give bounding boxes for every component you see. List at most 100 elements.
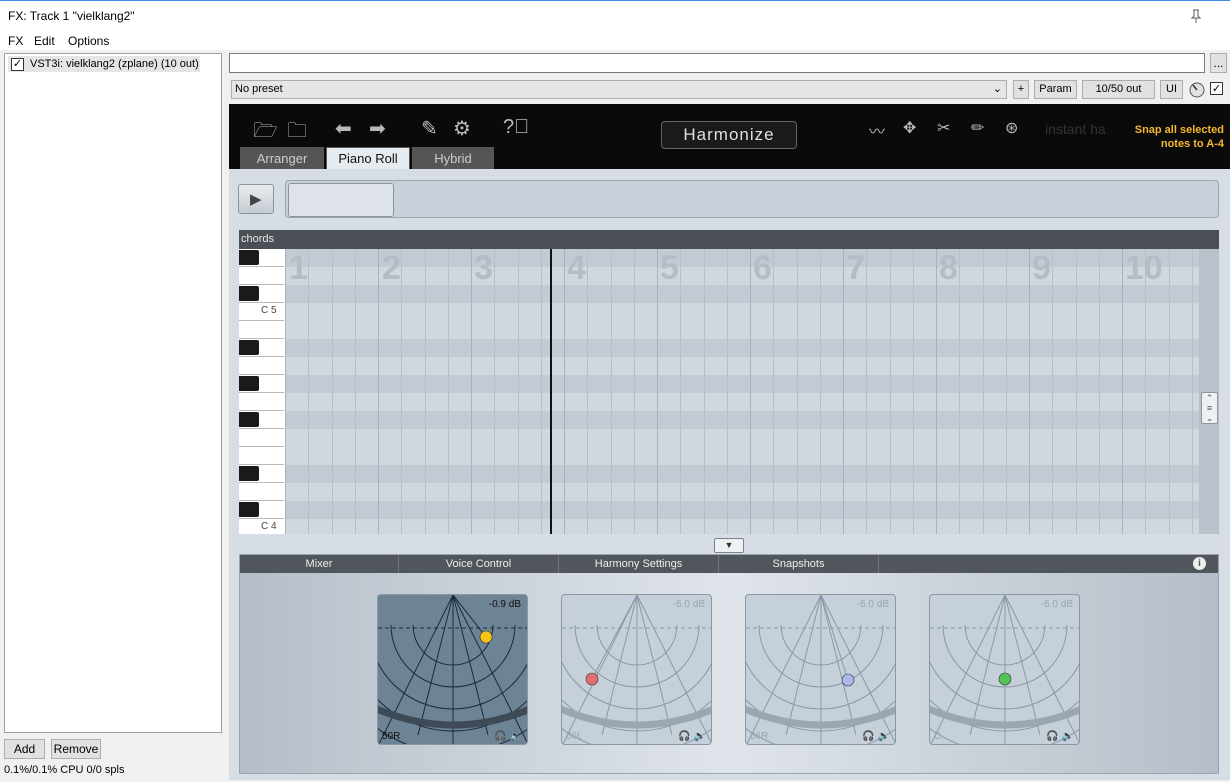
chevron-down-icon: ⌄	[992, 83, 1002, 95]
piano-black-key[interactable]	[239, 412, 259, 427]
grid-line	[587, 249, 589, 534]
wet-knob-icon[interactable]	[1188, 81, 1206, 99]
solo-mute-icons[interactable]: 🎧 🔈	[862, 731, 890, 742]
grid-line	[447, 249, 449, 534]
grid-line	[1029, 249, 1030, 534]
piano-key[interactable]	[239, 447, 284, 465]
voice-position-handle[interactable]	[841, 673, 855, 687]
solo-mute-icons[interactable]: 🎧 🔈	[678, 731, 706, 742]
grid-line	[959, 249, 961, 534]
plugin-toolbar: 🗁 🗀 ⬅ ➡ ✎ ⚙ ?⃝ Harmonize 〰 ✥ ✂ ✏ ⊛ insta…	[229, 104, 1230, 169]
voice-pointer-line	[820, 595, 849, 681]
help-icon[interactable]: ?⃝	[503, 116, 529, 139]
tab-snapshots[interactable]: Snapshots	[719, 555, 879, 573]
voice-pad-3[interactable]: -6.0 dB 66R 🎧 🔈	[745, 594, 896, 745]
harmonize-button[interactable]: Harmonize	[661, 121, 797, 149]
tab-harmony-settings[interactable]: Harmony Settings	[559, 555, 719, 573]
piano-black-key[interactable]	[239, 376, 259, 391]
piano-keyboard[interactable]: C 5 C 4	[239, 249, 285, 534]
song-overview[interactable]	[285, 180, 1219, 218]
grid-line	[540, 249, 542, 534]
bar-number: 8	[939, 249, 958, 287]
voice-pad-1[interactable]: -0.9 dB 50R 🎧 🔈	[377, 594, 528, 745]
piano-key-c5[interactable]: C 5	[239, 303, 284, 321]
grid-line	[308, 249, 310, 534]
info-icon[interactable]: i	[1193, 557, 1206, 570]
voice-position-handle[interactable]	[998, 672, 1012, 686]
vertical-scrollbar[interactable]: ⌃ ≡ ⌄	[1199, 249, 1219, 534]
solo-mute-icons[interactable]: 🎧 🔈	[1046, 731, 1074, 742]
wave-icon[interactable]: 〰	[869, 118, 885, 142]
collapse-toggle-button[interactable]: ▼	[714, 538, 744, 553]
piano-roll[interactable]: chords C 5 C 4 1 2 3 4 5 6 7 8 9 10 ⌃ ≡ …	[239, 230, 1219, 534]
solo-mute-icons[interactable]: 🎧 🔈	[494, 731, 522, 742]
tab-arranger[interactable]: Arranger	[240, 147, 324, 169]
tab-voice-control[interactable]: Voice Control	[399, 555, 559, 573]
tab-piano-roll[interactable]: Piano Roll	[326, 147, 410, 169]
tab-hybrid[interactable]: Hybrid	[412, 147, 494, 169]
param-button[interactable]: Param	[1034, 80, 1077, 99]
menu-fx[interactable]: FX	[8, 34, 23, 48]
gear-icon[interactable]: ⚙	[453, 116, 471, 141]
tab-mixer[interactable]: Mixer	[240, 555, 399, 573]
play-button[interactable]: ▶	[238, 184, 274, 214]
playhead-cursor[interactable]	[550, 249, 552, 534]
preset-add-button[interactable]: +	[1013, 80, 1029, 99]
fx-list-item[interactable]: ✓ VST3i: vielklang2 (zplane) (10 out)	[8, 56, 200, 72]
grid-line	[494, 249, 496, 534]
folder-open-icon[interactable]: 🗁	[253, 116, 278, 150]
ui-button[interactable]: UI	[1160, 80, 1183, 99]
overview-window-handle[interactable]	[288, 183, 394, 217]
scroll-thumb[interactable]: ⌃ ≡ ⌄	[1201, 392, 1218, 424]
piano-key[interactable]	[239, 393, 284, 411]
piano-black-key[interactable]	[239, 466, 259, 481]
arrow-right-icon[interactable]: ➡	[369, 116, 386, 141]
grid-line	[517, 249, 519, 534]
piano-key[interactable]	[239, 483, 284, 501]
piano-key[interactable]	[239, 267, 284, 285]
fx-bypass-checkbox[interactable]: ✓	[1210, 82, 1223, 95]
voice-pad-4[interactable]: -6.0 dB C 🎧 🔈	[929, 594, 1080, 745]
io-routing-button[interactable]: 10/50 out	[1082, 80, 1155, 99]
menu-edit[interactable]: Edit	[34, 34, 55, 48]
grid-line	[936, 249, 937, 534]
bar-number: 4	[567, 249, 586, 287]
mixer-panel: Mixer Voice Control Harmony Settings Sna…	[239, 554, 1219, 774]
piano-key[interactable]	[239, 357, 284, 375]
grid-line	[680, 249, 682, 534]
note-grid[interactable]: 1 2 3 4 5 6 7 8 9 10	[285, 249, 1199, 534]
voice-position-handle[interactable]	[479, 630, 493, 644]
globe-icon[interactable]: ⊛	[1005, 118, 1018, 138]
voice-position-handle[interactable]	[585, 672, 599, 686]
grid-line	[1191, 249, 1193, 534]
remove-fx-button[interactable]: Remove	[51, 739, 101, 759]
folder-save-icon[interactable]: 🗀	[287, 116, 307, 150]
fx-item-label: VST3i: vielklang2 (zplane) (10 out)	[30, 58, 199, 70]
piano-key[interactable]	[239, 321, 284, 339]
piano-key[interactable]	[239, 429, 284, 447]
fx-name-field[interactable]	[229, 53, 1205, 73]
voice-gain: -6.0 dB	[856, 599, 889, 610]
browse-button[interactable]: ...	[1210, 53, 1227, 73]
scissors-icon[interactable]: ✂	[937, 118, 950, 138]
fx-enable-checkbox[interactable]: ✓	[11, 58, 24, 71]
piano-black-key[interactable]	[239, 250, 259, 265]
pencil-icon[interactable]: ✏	[971, 118, 984, 138]
piano-black-key[interactable]	[239, 502, 259, 517]
piano-black-key[interactable]	[239, 340, 259, 355]
grid-line	[843, 249, 844, 534]
preset-select[interactable]: No preset ⌄	[231, 80, 1007, 99]
edit-icon[interactable]: ✎	[421, 116, 438, 141]
fx-chain-list[interactable]: ✓ VST3i: vielklang2 (zplane) (10 out)	[4, 53, 222, 733]
grid-row	[285, 465, 1199, 483]
arrow-left-icon[interactable]: ⬅	[335, 116, 352, 141]
move-icon[interactable]: ✥	[903, 118, 916, 138]
voice-pad-2[interactable]: -6.0 dB 66L 🎧 🔈	[561, 594, 712, 745]
piano-black-key[interactable]	[239, 286, 259, 301]
menu-options[interactable]: Options	[68, 34, 109, 48]
add-fx-button[interactable]: Add	[4, 739, 45, 759]
pin-icon[interactable]	[1188, 8, 1204, 24]
piano-key-c4[interactable]: C 4	[239, 519, 284, 534]
grid-row	[285, 285, 1199, 303]
grid-line	[703, 249, 705, 534]
